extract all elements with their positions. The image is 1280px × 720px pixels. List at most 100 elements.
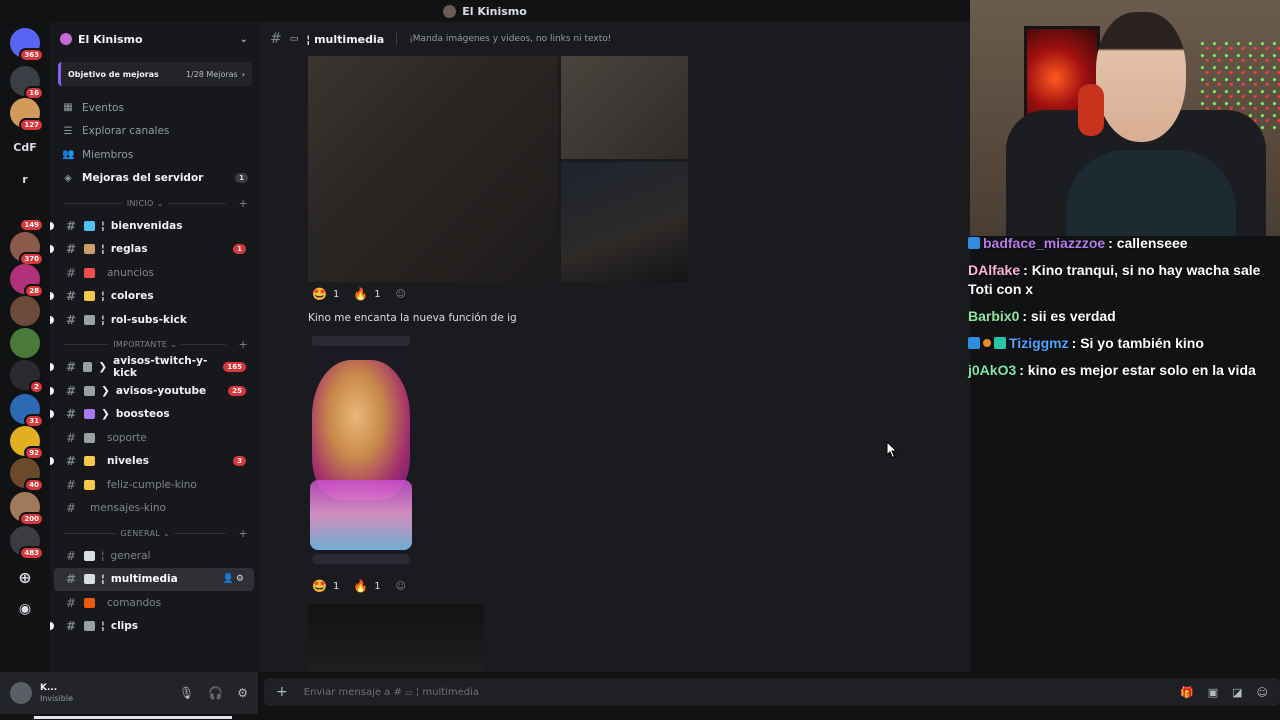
- chat-area: # ▭ ¦ multimedia ¡Manda imágenes y video…: [258, 22, 970, 672]
- create-channel-icon[interactable]: +: [238, 338, 248, 351]
- channel-settings-icons[interactable]: 👤⚙: [223, 574, 246, 584]
- add-attachment-icon[interactable]: +: [276, 684, 288, 700]
- chevron-right-icon: ›: [241, 69, 245, 79]
- add-reaction-icon[interactable]: ☺: [391, 576, 411, 596]
- channel-item[interactable]: # ¦ multimedia 👤⚙: [54, 567, 254, 591]
- channel-item[interactable]: # niveles 3: [50, 450, 254, 474]
- hash-icon: #: [66, 501, 77, 516]
- phone-status-bar: [312, 336, 410, 346]
- channel-item[interactable]: # feliz-cumple-kino: [54, 473, 254, 497]
- reaction-bar: 🤩 1 🔥 1 ☺: [308, 284, 411, 304]
- add-reaction-icon[interactable]: ☺: [391, 284, 411, 304]
- channel-item[interactable]: # ❯ avisos-twitch-y-kick 165: [50, 355, 254, 379]
- channel-item[interactable]: # ¦ colores: [50, 285, 254, 309]
- server-icon[interactable]: 363: [10, 28, 44, 62]
- gif-icon[interactable]: ▣: [1208, 686, 1218, 699]
- attachment-image[interactable]: [561, 162, 688, 282]
- channel-header: # ▭ ¦ multimedia ¡Manda imágenes y video…: [258, 22, 970, 56]
- headphones-icon[interactable]: 🎧: [208, 686, 223, 700]
- emoji-icon[interactable]: ☺: [1257, 686, 1268, 699]
- nav-item[interactable]: 👥 Miembros: [50, 143, 258, 167]
- channel-prefix: ❯: [101, 384, 110, 397]
- channel-emoji-icon: [84, 456, 95, 467]
- channel-emoji-icon: [82, 362, 93, 373]
- image-attachment-grid[interactable]: [308, 56, 688, 282]
- reaction-button[interactable]: 🔥 1: [349, 576, 384, 596]
- list-icon: ☰: [63, 125, 73, 137]
- channel-item[interactable]: # ❯ avisos-youtube 25: [50, 379, 254, 403]
- compass-icon[interactable]: ◉: [10, 594, 40, 624]
- category-header[interactable]: GENERAL ⌄ +: [50, 522, 258, 544]
- message-composer[interactable]: + Enviar mensaje a # ▭ ¦ multimedia 🎁 ▣ …: [264, 678, 1280, 706]
- server-badge: 2: [29, 380, 44, 394]
- server-icon[interactable]: 370: [10, 232, 44, 266]
- channel-item[interactable]: # anuncios: [54, 261, 254, 285]
- create-channel-icon[interactable]: +: [238, 197, 248, 210]
- server-icon[interactable]: [10, 296, 40, 326]
- channel-emoji-icon: [84, 244, 95, 255]
- nav-badge: 1: [235, 173, 248, 184]
- attachment-video[interactable]: [308, 604, 484, 672]
- composer-placeholder[interactable]: Enviar mensaje a # ▭ ¦ multimedia: [304, 687, 479, 698]
- reaction-button[interactable]: 🔥 1: [349, 284, 384, 304]
- monitor-icon: ▭: [405, 687, 413, 697]
- gear-icon[interactable]: ⚙: [237, 686, 248, 700]
- server-icon[interactable]: 2: [10, 360, 44, 394]
- composer-placeholder-text: Enviar mensaje a #: [303, 686, 402, 698]
- channel-item[interactable]: # ❯ boosteos: [50, 403, 254, 427]
- channel-emoji-icon: [84, 385, 95, 396]
- chat-badge-icon: [983, 339, 991, 347]
- nav-item[interactable]: ▦ Eventos: [50, 96, 258, 120]
- server-icon[interactable]: 16: [10, 66, 44, 100]
- server-icon[interactable]: 40: [10, 458, 44, 492]
- mention-badge: 3: [233, 456, 246, 467]
- microphone-icon[interactable]: 🎙: [179, 686, 194, 700]
- sticker-icon[interactable]: ◪: [1232, 686, 1242, 699]
- attachment-image[interactable]: [308, 330, 414, 570]
- nav-item-label: Explorar canales: [82, 125, 170, 138]
- channel-item[interactable]: # ¦ clips: [50, 615, 254, 639]
- channel-item[interactable]: # mensajes-kino: [54, 497, 254, 521]
- guild-header[interactable]: El Kinismo ⌄: [50, 22, 258, 56]
- chevron-down-icon: ⌄: [239, 33, 248, 45]
- nav-item[interactable]: ◈ Mejoras del servidor 1: [50, 167, 258, 191]
- attachment-image[interactable]: [561, 56, 688, 159]
- server-icon[interactable]: 92: [10, 426, 44, 460]
- webcam-overlay: [970, 0, 1280, 236]
- reaction-button[interactable]: 🤩 1: [308, 576, 343, 596]
- server-icon[interactable]: 127: [10, 98, 44, 132]
- reaction-emoji: 🤩: [312, 579, 327, 593]
- hash-icon: #: [66, 242, 77, 257]
- server-icon[interactable]: 483: [10, 526, 44, 560]
- server-icon[interactable]: [10, 328, 40, 358]
- reaction-button[interactable]: 🤩 1: [308, 284, 343, 304]
- category-header[interactable]: INICIO ⌄ +: [50, 192, 258, 214]
- nav-item[interactable]: ☰ Explorar canales: [50, 120, 258, 144]
- server-icon[interactable]: 31: [10, 394, 44, 428]
- window-title-bar: El Kinismo: [0, 0, 970, 22]
- channel-item[interactable]: # ¦ reglas 1: [50, 238, 254, 262]
- plus-icon[interactable]: ⊕: [10, 562, 40, 592]
- channel-item[interactable]: # ¦ general: [54, 544, 254, 568]
- channel-item[interactable]: # soporte: [54, 426, 254, 450]
- channel-item[interactable]: # ¦ rol-subs-kick: [50, 308, 254, 332]
- server-icon[interactable]: 149: [10, 198, 44, 232]
- category-header[interactable]: IMPORTANTE ⌄ +: [50, 334, 258, 356]
- server-icon[interactable]: 200: [10, 492, 44, 526]
- server-icon[interactable]: CdF: [10, 132, 40, 162]
- boost-goal-bar[interactable]: Objetivo de mejoras 1/28 Mejoras ›: [58, 62, 252, 86]
- chevron-down-icon: ⌄: [170, 340, 178, 349]
- server-icon[interactable]: r: [10, 164, 40, 194]
- create-channel-icon[interactable]: +: [238, 527, 248, 540]
- chevron-down-icon: ⌄: [156, 198, 164, 208]
- attachment-image[interactable]: [308, 56, 558, 282]
- hash-icon: #: [66, 572, 77, 587]
- server-icon[interactable]: 28: [10, 264, 44, 298]
- channel-item[interactable]: # ¦ bienvenidas: [50, 214, 254, 238]
- avatar[interactable]: [10, 682, 32, 704]
- guild-icon: [443, 4, 457, 18]
- channel-item[interactable]: # comandos: [54, 591, 254, 615]
- members-icon: 👥: [62, 149, 75, 161]
- chevron-down-icon: ⌄: [163, 528, 171, 538]
- gift-icon[interactable]: 🎁: [1180, 686, 1194, 699]
